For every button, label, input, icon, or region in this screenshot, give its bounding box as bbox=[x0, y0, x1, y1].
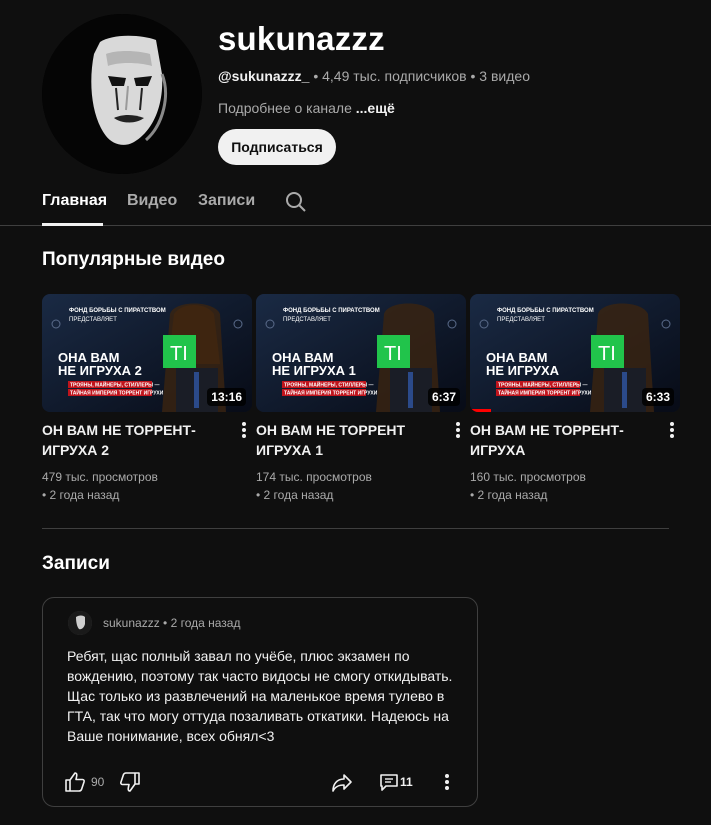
post-author-avatar[interactable] bbox=[68, 611, 92, 635]
thumb-down-icon[interactable] bbox=[118, 770, 142, 794]
channel-header: sukunazzz @sukunazzz_ • 4,49 тыс. подпис… bbox=[0, 0, 711, 226]
svg-text:ФОНД БОРЬБЫ С ПИРАТСТВОМ: ФОНД БОРЬБЫ С ПИРАТСТВОМ bbox=[497, 308, 594, 314]
video-duration: 6:33 bbox=[641, 388, 674, 406]
posts-title: Записи bbox=[42, 553, 110, 574]
more-vert-icon[interactable] bbox=[236, 420, 252, 440]
thumb-up-icon[interactable] bbox=[63, 770, 87, 794]
svg-text:ТАЙНАЯ ИМПЕРИЯ ТОРРЕНТ ИГРУХИ: ТАЙНАЯ ИМПЕРИЯ ТОРРЕНТ ИГРУХИ bbox=[284, 389, 378, 397]
subscribe-button[interactable]: Подписаться bbox=[218, 129, 336, 165]
svg-text:НЕ ИГРУХА 1: НЕ ИГРУХА 1 bbox=[272, 363, 356, 378]
svg-text:TI: TI bbox=[170, 343, 188, 365]
comment-count[interactable]: 11 bbox=[400, 775, 413, 789]
video-age: • 2 года назад bbox=[470, 488, 548, 502]
svg-text:ПРЕДСТАВЛЯЕТ: ПРЕДСТАВЛЯЕТ bbox=[497, 317, 545, 323]
svg-text:ПРЕДСТАВЛЯЕТ: ПРЕДСТАВЛЯЕТ bbox=[283, 317, 331, 323]
search-icon[interactable] bbox=[284, 190, 308, 214]
more-vert-icon[interactable] bbox=[435, 770, 459, 794]
watch-progress-bar bbox=[470, 409, 491, 412]
svg-text:ТРОЯНЫ, МАЙНЕРЫ, СТИЛЛЕРЫ —: ТРОЯНЫ, МАЙНЕРЫ, СТИЛЛЕРЫ — bbox=[70, 381, 159, 389]
svg-text:ТАЙНАЯ ИМПЕРИЯ ТОРРЕНТ ИГРУХИ: ТАЙНАЯ ИМПЕРИЯ ТОРРЕНТ ИГРУХИ bbox=[498, 389, 592, 397]
video-card[interactable]: ФОНД БОРЬБЫ С ПИРАТСТВОМ ПРЕДСТАВЛЯЕТ ОН… bbox=[256, 294, 466, 502]
like-count: 90 bbox=[91, 775, 105, 789]
video-views: 479 тыс. просмотров bbox=[42, 470, 158, 484]
video-title[interactable]: ОН ВАМ НЕ ТОРРЕНТ-ИГРУХА bbox=[470, 420, 655, 460]
svg-text:ПРЕДСТАВЛЯЕТ: ПРЕДСТАВЛЯЕТ bbox=[69, 317, 117, 323]
mask-image bbox=[42, 14, 202, 174]
channel-stats: • 4,49 тыс. подписчиков • 3 видео bbox=[309, 68, 530, 84]
svg-text:НЕ ИГРУХА 2: НЕ ИГРУХА 2 bbox=[58, 363, 142, 378]
about-text: Подробнее о канале bbox=[218, 100, 356, 116]
post-author-name[interactable]: sukunazzz bbox=[103, 616, 160, 630]
video-age: • 2 года назад bbox=[42, 488, 120, 502]
video-thumbnail[interactable]: ФОНД БОРЬБЫ С ПИРАТСТВОМ ПРЕДСТАВЛЯЕТ ОН… bbox=[42, 294, 252, 412]
about-more[interactable]: ...ещё bbox=[356, 100, 395, 116]
more-vert-icon[interactable] bbox=[664, 420, 680, 440]
video-age: • 2 года назад bbox=[256, 488, 334, 502]
video-views: 160 тыс. просмотров bbox=[470, 470, 586, 484]
svg-text:ФОНД БОРЬБЫ С ПИРАТСТВОМ: ФОНД БОРЬБЫ С ПИРАТСТВОМ bbox=[69, 308, 166, 314]
video-views: 174 тыс. просмотров bbox=[256, 470, 372, 484]
svg-text:TI: TI bbox=[598, 343, 616, 365]
tab-posts[interactable]: Записи bbox=[198, 192, 255, 210]
more-vert-icon[interactable] bbox=[450, 420, 466, 440]
video-card[interactable]: ФОНД БОРЬБЫ С ПИРАТСТВОМ ПРЕДСТАВЛЯЕТ ОН… bbox=[42, 294, 252, 502]
comment-icon[interactable] bbox=[377, 770, 401, 794]
svg-text:НЕ ИГРУХА: НЕ ИГРУХА bbox=[486, 363, 560, 378]
svg-text:ТРОЯНЫ, МАЙНЕРЫ, СТИЛЛЕРЫ —: ТРОЯНЫ, МАЙНЕРЫ, СТИЛЛЕРЫ — bbox=[498, 381, 587, 389]
svg-text:ТРОЯНЫ, МАЙНЕРЫ, СТИЛЛЕРЫ —: ТРОЯНЫ, МАЙНЕРЫ, СТИЛЛЕРЫ — bbox=[284, 381, 373, 389]
video-duration: 6:37 bbox=[427, 388, 460, 406]
section-divider bbox=[42, 528, 669, 529]
popular-videos-title: Популярные видео bbox=[42, 249, 225, 270]
svg-text:ТАЙНАЯ ИМПЕРИЯ ТОРРЕНТ ИГРУХИ: ТАЙНАЯ ИМПЕРИЯ ТОРРЕНТ ИГРУХИ bbox=[70, 389, 164, 397]
tab-videos[interactable]: Видео bbox=[127, 192, 177, 210]
video-title[interactable]: ОН ВАМ НЕ ТОРРЕНТ-ИГРУХА 2 bbox=[42, 420, 227, 460]
video-thumbnail[interactable]: ФОНД БОРЬБЫ С ПИРАТСТВОМ ПРЕДСТАВЛЯЕТ ОН… bbox=[470, 294, 680, 412]
share-icon[interactable] bbox=[330, 770, 354, 794]
post-age: • 2 года назад bbox=[159, 616, 241, 630]
video-duration: 13:16 bbox=[207, 388, 246, 406]
video-card[interactable]: ФОНД БОРЬБЫ С ПИРАТСТВОМ ПРЕДСТАВЛЯЕТ ОН… bbox=[470, 294, 680, 502]
channel-meta: @sukunazzz_ • 4,49 тыс. подписчиков • 3 … bbox=[218, 68, 530, 84]
post-actions: 90 11 bbox=[43, 766, 479, 802]
svg-text:TI: TI bbox=[384, 343, 402, 365]
post-author: sukunazzz • 2 года назад bbox=[103, 616, 240, 630]
active-tab-indicator bbox=[42, 223, 103, 226]
tab-home[interactable]: Главная bbox=[42, 192, 107, 210]
post-text: Ребят, щас полный завал по учёбе, плюс э… bbox=[67, 648, 453, 744]
channel-tabs: Главная Видео Записи bbox=[0, 180, 711, 226]
channel-about-link[interactable]: Подробнее о канале ...ещё bbox=[218, 100, 395, 116]
video-title[interactable]: ОН ВАМ НЕ ТОРРЕНТ ИГРУХА 1 bbox=[256, 420, 441, 460]
video-thumbnail[interactable]: ФОНД БОРЬБЫ С ПИРАТСТВОМ ПРЕДСТАВЛЯЕТ ОН… bbox=[256, 294, 466, 412]
channel-avatar[interactable] bbox=[42, 14, 202, 174]
channel-name: sukunazzz bbox=[218, 20, 385, 57]
svg-text:ФОНД БОРЬБЫ С ПИРАТСТВОМ: ФОНД БОРЬБЫ С ПИРАТСТВОМ bbox=[283, 308, 380, 314]
community-post[interactable]: sukunazzz • 2 года назад Ребят, щас полн… bbox=[42, 597, 478, 807]
channel-handle: @sukunazzz_ bbox=[218, 68, 310, 84]
